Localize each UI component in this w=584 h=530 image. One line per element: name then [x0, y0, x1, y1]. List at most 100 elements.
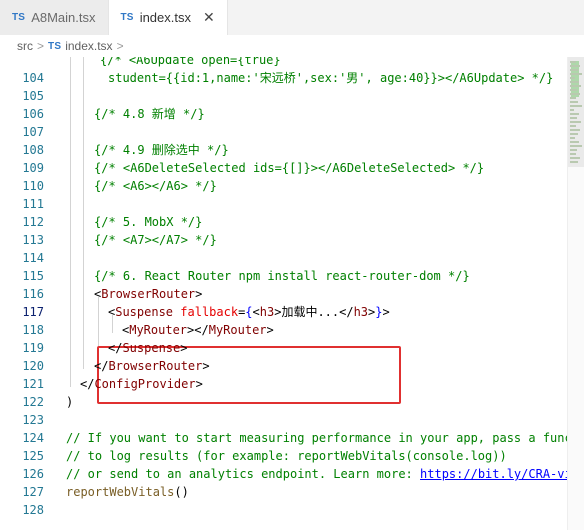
- code-text: // or send to an analytics endpoint. Lea…: [66, 465, 567, 483]
- code-line[interactable]: 114: [0, 249, 567, 267]
- minimap-line: [570, 149, 577, 151]
- close-icon[interactable]: ✕: [203, 9, 215, 26]
- code-line[interactable]: 125 // to log results (for example: repor…: [0, 447, 567, 465]
- typescript-file-icon: TS: [12, 12, 26, 23]
- code-line[interactable]: 108 {/* 4.9 删除选中 */}: [0, 141, 567, 159]
- code-text: reportWebVitals(): [66, 483, 189, 501]
- typescript-file-icon: TS: [48, 40, 62, 52]
- line-number: 115: [22, 269, 44, 283]
- code-token: {/* 5. MobX */}: [94, 215, 203, 229]
- code-line[interactable]: 113 {/* <A7></A7> */}: [0, 231, 567, 249]
- code-token: fallback: [180, 305, 239, 319]
- code-token: h3: [259, 305, 275, 319]
- chevron-right-icon: >: [116, 39, 124, 53]
- code-text: {/* 5. MobX */}: [94, 213, 202, 231]
- code-text: student={{id:1,name:'宋远桥',sex:'男', age:4…: [108, 69, 553, 87]
- minimap-line: [570, 77, 575, 79]
- editor-tab-bar: TS A8Main.tsx TS index.tsx ✕: [0, 0, 584, 36]
- minimap-line: [570, 137, 575, 139]
- minimap-line: [570, 105, 582, 107]
- breadcrumb-folder[interactable]: src: [17, 39, 33, 53]
- code-token: // or send to an analytics endpoint. Lea…: [66, 467, 421, 481]
- code-line[interactable]: 118 <MyRouter></MyRouter>: [0, 321, 567, 339]
- code-token: {/* <A7></A7> */}: [94, 233, 217, 247]
- tab-label: index.tsx: [139, 10, 191, 25]
- code-line[interactable]: 110 {/* <A6></A6> */}: [0, 177, 567, 195]
- code-token: >: [202, 359, 210, 373]
- code-text: {/* 6. React Router npm install react-ro…: [94, 267, 470, 285]
- breadcrumb-file[interactable]: index.tsx: [65, 39, 112, 53]
- code-token: </: [80, 377, 95, 391]
- minimap[interactable]: [567, 57, 584, 530]
- minimap-line: [570, 157, 580, 159]
- code-line[interactable]: 112 {/* 5. MobX */}: [0, 213, 567, 231]
- code-text: {/* <A7></A7> */}: [94, 231, 217, 249]
- line-number: 125: [22, 449, 44, 463]
- tab-index[interactable]: TS index.tsx ✕: [108, 0, 228, 35]
- minimap-line: [570, 109, 574, 111]
- code-token: Suspense: [122, 341, 181, 355]
- code-text: {/* 4.9 删除选中 */}: [94, 141, 229, 159]
- minimap-line: [570, 69, 578, 71]
- code-line[interactable]: 116 <BrowserRouter>: [0, 285, 567, 303]
- code-token: }: [375, 305, 383, 319]
- line-number: 106: [22, 107, 44, 121]
- code-line[interactable]: 109 {/* <A6DeleteSelected ids={[]}></A6De…: [0, 159, 567, 177]
- code-text: </BrowserRouter>: [94, 357, 210, 375]
- code-token: {/* 4.9 删除选中 */}: [94, 143, 229, 157]
- code-token: >: [382, 305, 390, 319]
- minimap-line: [570, 161, 578, 163]
- minimap-line: [570, 85, 581, 87]
- code-line[interactable]: 111: [0, 195, 567, 213]
- minimap-line: [570, 93, 580, 95]
- code-line[interactable]: 115 {/* 6. React Router npm install react…: [0, 267, 567, 285]
- tab-label: A8Main.tsx: [31, 10, 96, 25]
- line-number: 124: [22, 431, 44, 445]
- code-line[interactable]: {/* <A6Update open={true}: [0, 57, 567, 69]
- code-token: ></: [187, 323, 209, 337]
- line-number: 107: [22, 125, 44, 139]
- code-line[interactable]: 127 reportWebVitals(): [0, 483, 567, 501]
- code-token: >: [195, 287, 203, 301]
- line-number: 121: [22, 377, 44, 391]
- minimap-line: [570, 61, 576, 63]
- code-token: {/* <A6></A6> */}: [94, 179, 217, 193]
- line-number: 123: [22, 413, 44, 427]
- code-editor[interactable]: {/* <A6Update open={true} 104 student={{id…: [0, 57, 567, 530]
- code-text: <BrowserRouter>: [94, 285, 202, 303]
- code-line[interactable]: 120 </BrowserRouter>: [0, 357, 567, 375]
- minimap-line: [570, 73, 582, 75]
- minimap-line: [570, 89, 577, 91]
- code-text: ): [66, 393, 73, 411]
- code-line[interactable]: 123: [0, 411, 567, 429]
- code-line[interactable]: 117 <Suspense fallback={<h3>加载中...</h3>}>: [0, 303, 567, 321]
- code-token: // If you want to start measuring perfor…: [66, 431, 567, 445]
- code-link[interactable]: https://bit.ly/CRA-vi: [420, 467, 567, 481]
- minimap-line: [570, 65, 580, 67]
- minimap-line: [570, 133, 578, 135]
- line-number: 108: [22, 143, 44, 157]
- code-text: </ConfigProvider>: [80, 375, 203, 393]
- code-line[interactable]: 105: [0, 87, 567, 105]
- code-token: >: [266, 323, 274, 337]
- code-line[interactable]: 124 // If you want to start measuring per…: [0, 429, 567, 447]
- code-line[interactable]: 106 {/* 4.8 新增 */}: [0, 105, 567, 123]
- code-token: h3: [353, 305, 369, 319]
- code-line[interactable]: 126 // or send to an analytics endpoint. …: [0, 465, 567, 483]
- code-token: BrowserRouter: [108, 359, 203, 373]
- minimap-line: [570, 125, 576, 127]
- code-line[interactable]: 128: [0, 501, 567, 519]
- code-token: student={{id:1,name:'宋远桥',sex:'男', age:4…: [108, 71, 554, 85]
- code-text: {/* 4.8 新增 */}: [94, 105, 205, 123]
- minimap-line: [570, 121, 581, 123]
- code-line[interactable]: 119 </Suspense>: [0, 339, 567, 357]
- code-line[interactable]: 107: [0, 123, 567, 141]
- code-line[interactable]: 104 student={{id:1,name:'宋远桥',sex:'男', ag…: [0, 69, 567, 87]
- code-line[interactable]: 122): [0, 393, 567, 411]
- code-token: </: [94, 359, 109, 373]
- minimap-line: [570, 97, 576, 99]
- code-line[interactable]: 121 </ConfigProvider>: [0, 375, 567, 393]
- code-text: {/* <A6></A6> */}: [94, 177, 217, 195]
- code-token: >加载中...</: [274, 305, 354, 319]
- tab-a8main[interactable]: TS A8Main.tsx: [0, 0, 109, 35]
